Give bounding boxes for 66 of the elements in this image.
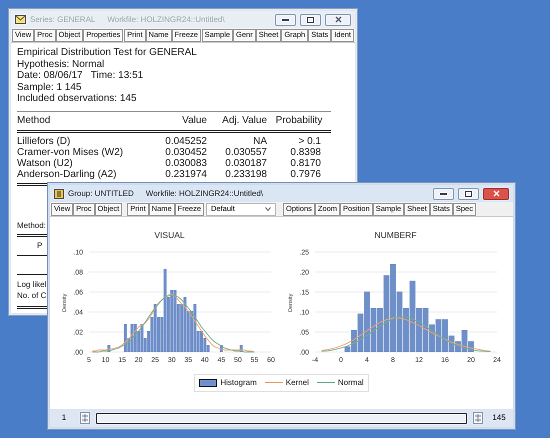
info-line: No. of C <box>17 290 46 300</box>
chart-title: VISUAL <box>154 229 185 242</box>
maximize-icon <box>307 16 314 22</box>
table-cell-text: 0.231974 <box>164 168 207 180</box>
window-title: Group: UNTITLED <box>68 188 134 200</box>
info-line: P <box>37 240 42 250</box>
minimize-button[interactable] <box>275 14 296 26</box>
column-header: Value <box>181 114 207 128</box>
table-cell-text: NA <box>252 136 267 146</box>
histogram-bar <box>219 344 222 352</box>
chart-title: NUMBERF <box>374 229 417 242</box>
info-line: Date: 08/06/17 Time: 13:51 <box>17 70 144 82</box>
spin-icon <box>82 414 88 422</box>
legend-line <box>316 382 335 384</box>
close-icon <box>492 190 500 197</box>
info-line: Included observations: 145 <box>17 93 138 104</box>
table-cell-text: Watson (U2) <box>17 158 73 168</box>
chevron-icon <box>265 207 272 211</box>
info-line: Method: <box>17 220 46 230</box>
minimize-button[interactable] <box>433 188 454 200</box>
legend-swatch <box>199 378 218 387</box>
spin-button[interactable] <box>473 412 483 424</box>
column-header: Method <box>17 114 52 128</box>
info-line: Hypothesis: Normal <box>17 58 106 70</box>
table-cell-text: 0.233198 <box>224 168 267 180</box>
table-cell-text: 0.8170 <box>289 158 322 168</box>
scrollbar-track[interactable] <box>96 412 467 424</box>
table-cell-text: 0.7976 <box>289 168 322 180</box>
histogram-bar <box>106 344 110 352</box>
table-cell-text: > 0.1 <box>297 136 322 146</box>
close-button[interactable] <box>483 188 509 200</box>
info-line: Log likel <box>17 280 46 288</box>
legend-label: Kernel <box>286 376 309 389</box>
legend-label: Histogram <box>220 376 257 389</box>
legend-label: Normal <box>338 376 364 389</box>
maximize-button[interactable] <box>300 14 321 26</box>
last-observation: 145 <box>491 412 507 424</box>
close-icon <box>334 16 342 23</box>
histogram-bar <box>239 344 242 352</box>
grid-icon <box>54 188 64 198</box>
envelope-icon <box>15 15 26 24</box>
legend-line <box>264 382 283 384</box>
workfile-label: Workfile: HOLZINGR24::Untitled\ <box>107 14 225 26</box>
table-cell-text: Anderson-Darling (A2) <box>17 168 118 180</box>
info-line: Sample: 1 145 <box>17 82 82 93</box>
table-cell-text: Lilliefors (D) <box>17 136 72 146</box>
spin-button[interactable] <box>80 412 90 424</box>
info-line: Empirical Distribution Test for GENERAL <box>17 47 198 58</box>
maximize-button[interactable] <box>458 188 479 200</box>
table-cell-text: 0.030452 <box>164 146 207 158</box>
minimize-icon <box>440 192 447 194</box>
column-header: Adj. Value <box>221 114 267 128</box>
first-observation: 1 <box>60 412 68 424</box>
table-cell-text: Cramer-von Mises (W2) <box>17 146 124 158</box>
table-cell-text: 0.030083 <box>164 158 207 168</box>
maximize-icon <box>465 190 472 196</box>
workfile-label: Workfile: HOLZINGR24::Untitled\ <box>146 188 264 200</box>
column-header: Probability <box>274 114 324 128</box>
table-cell-text: 0.030557 <box>224 146 267 158</box>
close-button[interactable] <box>325 14 351 26</box>
window-title: Series: GENERAL <box>30 14 96 26</box>
minimize-icon <box>282 18 289 20</box>
spin-icon <box>475 414 481 422</box>
table-cell-text: 0.045252 <box>164 136 207 146</box>
table-cell-text: 0.8398 <box>289 146 322 158</box>
table-cell-text: 0.030187 <box>224 158 267 168</box>
